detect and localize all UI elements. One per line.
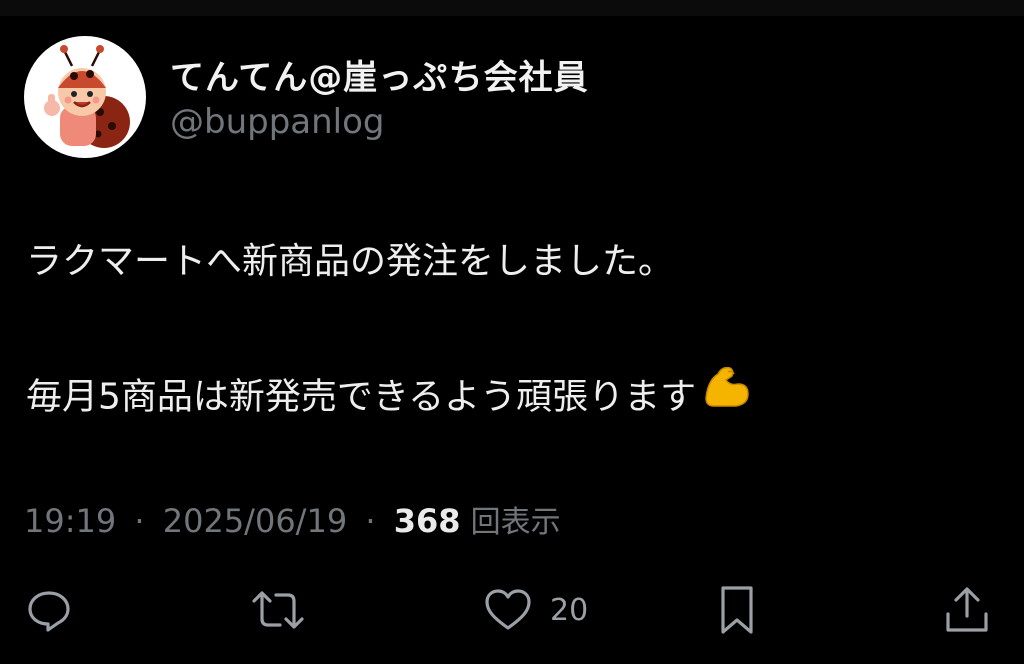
tweet-actions-bar: 20 (0, 580, 1024, 640)
like-button[interactable]: 20 (482, 580, 588, 640)
tweet-time[interactable]: 19:19 (24, 502, 116, 540)
tweet-line-1: ラクマートへ新商品の発注をしました。 (26, 241, 675, 282)
views-label: 回表示 (470, 505, 561, 540)
ladybug-mascot-icon (44, 45, 130, 148)
bookmark-button[interactable] (714, 580, 760, 640)
like-count: 20 (550, 592, 589, 628)
meta-separator: · (134, 502, 145, 540)
author-handle[interactable]: @buppanlog (170, 102, 385, 142)
author-display-name[interactable]: てんてん@崖っぷち会社員 (170, 50, 589, 99)
bookmark-icon (721, 586, 753, 634)
tweet-date[interactable]: 2025/06/19 (163, 502, 347, 540)
views-count: 368 (393, 502, 461, 540)
heart-icon (485, 589, 531, 630)
retweet-button[interactable] (248, 580, 308, 640)
tweet-line-2-text: 毎月5商品は新発売できるよう頑張ります (26, 376, 697, 418)
retweet-icon (252, 591, 304, 629)
meta-separator: · (365, 502, 376, 540)
share-button[interactable] (942, 580, 992, 640)
status-bar (0, 0, 1024, 16)
share-icon (946, 587, 988, 632)
reply-icon (28, 591, 70, 632)
tweet-line-2: 毎月5商品は新発売できるよう頑張ります (26, 360, 752, 432)
flexed-biceps-icon (700, 360, 752, 437)
tweet-meta: 19:19 · 2025/06/19 · 368 回表示 (24, 497, 561, 541)
reply-button[interactable] (24, 580, 74, 640)
avatar[interactable] (24, 36, 146, 158)
tweet-body: ラクマートへ新商品の発注をしました。 毎月5商品は新発売できるよう頑張ります (26, 226, 752, 432)
